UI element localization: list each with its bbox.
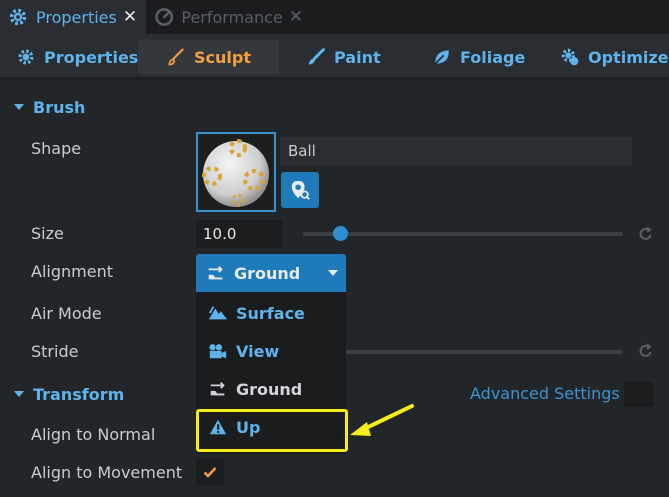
- gear-check-icon: [561, 48, 579, 66]
- tool-label: Properties: [44, 47, 139, 67]
- brush-section-header[interactable]: Brush: [0, 88, 669, 126]
- chevron-down-icon: [328, 270, 338, 276]
- alignment-dropdown[interactable]: Ground: [196, 254, 346, 292]
- alignment-option-surface[interactable]: Surface: [196, 294, 346, 332]
- alignment-option-view[interactable]: View: [196, 332, 346, 370]
- tool-label: Sculpt: [194, 47, 251, 67]
- speedometer-icon: [155, 8, 174, 26]
- map-pin-search-icon: [291, 180, 310, 200]
- ball-brush-icon: [202, 139, 269, 207]
- size-label: Size: [31, 224, 64, 243]
- alignment-option-ground[interactable]: Ground: [196, 370, 346, 408]
- brush-icon: [168, 48, 184, 66]
- mountain-icon: [208, 306, 228, 320]
- panel-tab-strip: Properties ✕ Performance ✕: [0, 0, 669, 34]
- shape-label: Shape: [31, 139, 82, 158]
- align-to-normal-label: Align to Normal: [31, 425, 156, 444]
- close-icon[interactable]: ✕: [289, 7, 303, 27]
- option-label: View: [236, 341, 280, 361]
- advanced-settings-toggle[interactable]: [624, 381, 654, 407]
- air-mode-label: Air Mode: [31, 304, 102, 323]
- alignment-selected-value: Ground: [234, 263, 301, 283]
- ground-arrow-icon: [210, 381, 225, 396]
- tab-label: Performance: [181, 7, 283, 27]
- tool-label: Optimize: [588, 47, 669, 67]
- gear-icon: [9, 8, 27, 26]
- tool-label: Foliage: [460, 47, 526, 67]
- tab-label: Properties: [36, 7, 117, 27]
- tool-optimize-button[interactable]: Optimize: [560, 40, 669, 74]
- locate-shape-button[interactable]: [281, 172, 319, 208]
- tool-foliage-button[interactable]: Foliage: [432, 40, 525, 74]
- tool-sculpt-button[interactable]: Sculpt: [138, 40, 279, 74]
- reset-icon[interactable]: [638, 226, 654, 242]
- gear-icon: [18, 49, 34, 65]
- camera-icon: [209, 344, 227, 359]
- tool-label: Paint: [334, 47, 381, 67]
- pointer-arrow-icon: [350, 404, 414, 436]
- highlight-box: [196, 409, 348, 452]
- tool-properties-button[interactable]: Properties: [16, 40, 138, 74]
- section-title: Transform: [33, 384, 125, 404]
- paint-brush-icon: [308, 48, 325, 65]
- brush-shape-thumbnail[interactable]: [196, 132, 276, 212]
- section-title: Brush: [33, 97, 86, 117]
- tool-paint-button[interactable]: Paint: [306, 40, 381, 74]
- option-label: Surface: [236, 303, 305, 323]
- stride-slider-track[interactable]: [346, 350, 623, 354]
- size-slider-track[interactable]: [303, 232, 623, 236]
- reset-icon[interactable]: [638, 343, 654, 359]
- stride-label: Stride: [31, 342, 79, 361]
- align-to-movement-checkbox[interactable]: [196, 458, 224, 486]
- size-input[interactable]: 10.0: [196, 220, 282, 248]
- size-slider-handle[interactable]: [333, 226, 348, 241]
- caret-down-icon: [14, 104, 24, 110]
- checkmark-icon: [203, 467, 217, 478]
- close-icon[interactable]: ✕: [123, 7, 137, 27]
- tab-properties[interactable]: Properties ✕: [0, 0, 146, 34]
- option-label: Ground: [236, 379, 303, 399]
- tool-toolbar: Properties Sculpt Paint Foliage Optimize: [0, 34, 669, 80]
- align-to-movement-label: Align to Movement: [31, 463, 183, 482]
- leaf-icon: [434, 50, 449, 65]
- tab-performance[interactable]: Performance ✕: [147, 0, 303, 34]
- alignment-label: Alignment: [31, 262, 113, 281]
- ground-arrow-icon: [208, 265, 223, 280]
- caret-down-icon: [14, 391, 24, 397]
- advanced-settings-label: Advanced Settings: [470, 384, 620, 403]
- brush-shape-name: Ball: [280, 137, 632, 165]
